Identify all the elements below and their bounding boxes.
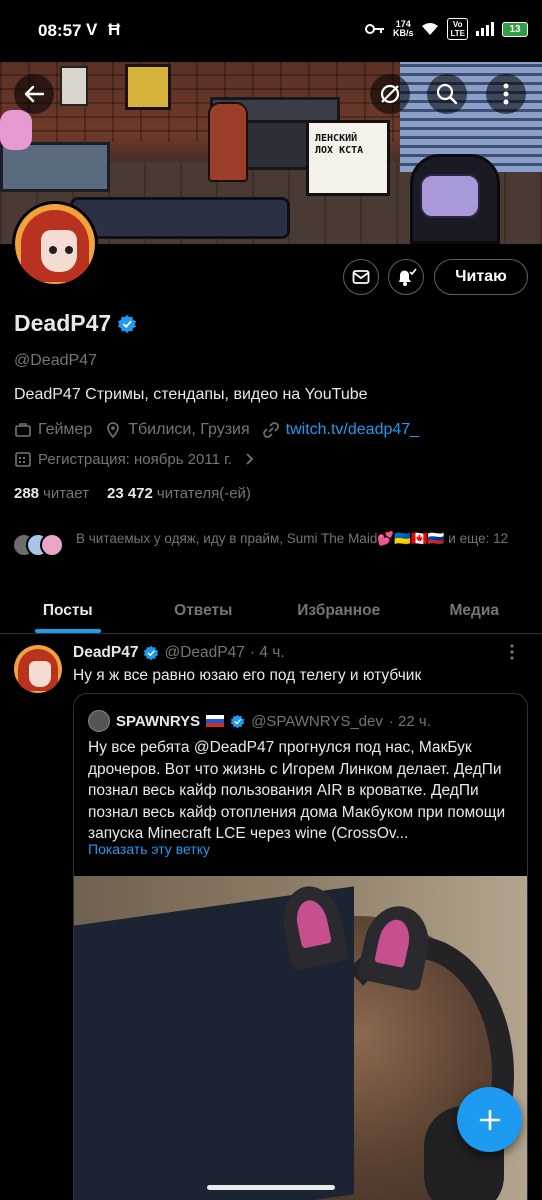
russia-flag-icon [206, 715, 225, 727]
battery-icon: 13 [502, 21, 528, 37]
mail-icon [352, 270, 370, 284]
post-author-avatar[interactable] [14, 645, 62, 693]
more-vertical-icon [503, 83, 509, 105]
arrow-left-icon [24, 85, 45, 103]
tab-highlights[interactable]: Избранное [271, 588, 407, 633]
profile-meta: Геймер Тбилиси, Грузия twitch.tv/deadp47… [14, 421, 419, 439]
profile-joined[interactable]: Регистрация: ноябрь 2011 г. [14, 450, 256, 468]
profile-avatar[interactable] [12, 201, 98, 287]
banner-knight-face [420, 174, 480, 218]
show-thread-link[interactable]: Показать эту ветку [88, 841, 210, 857]
more-vertical-icon [510, 644, 514, 660]
link-icon [262, 422, 279, 438]
quoted-post-header: SPAWNRYS @SPAWNRYS_dev · 22 ч. [88, 710, 431, 732]
status-icons: 174 KB/s Vo LTE 13 [364, 18, 528, 40]
profile-location: Тбилиси, Грузия [128, 421, 250, 438]
banner-poster [60, 66, 88, 106]
key-icon [364, 24, 384, 34]
follow-stats: 288 читает 23 472 читателя(-ей) [14, 485, 251, 502]
post-text: Ну я ж все равно юзаю его под телегу и ю… [73, 667, 422, 684]
verified-badge-icon [144, 645, 159, 661]
location-icon [107, 422, 120, 439]
tab-replies[interactable]: Ответы [136, 588, 272, 633]
verified-badge-icon [118, 314, 137, 333]
avatar [40, 533, 64, 557]
followers-stat[interactable]: 23 472 читателя(-ей) [107, 485, 251, 502]
post-author-name[interactable]: DeadP47 [73, 644, 138, 662]
post-header: DeadP47 @DeadP47 · 4 ч. [73, 644, 285, 662]
status-time: 08:57 [38, 21, 82, 40]
notifications-button[interactable] [388, 259, 424, 295]
post-author-handle[interactable]: @DeadP47 [164, 644, 244, 662]
profile-name: DeadP47 [14, 310, 137, 337]
profile-category: Геймер [38, 421, 93, 438]
message-button[interactable] [343, 259, 379, 295]
volte-badge: Vo LTE [447, 18, 468, 40]
notification-app-icon: Ħ [108, 20, 121, 39]
more-button[interactable] [486, 74, 526, 114]
profile-handle: @DeadP47 [14, 352, 97, 369]
chevron-right-icon [246, 453, 254, 465]
bell-check-icon [399, 268, 417, 286]
profile-tabs: Посты Ответы Избранное Медиа [0, 588, 542, 634]
quoted-post-text: Ну все ребята @DeadP47 прогнулся под нас… [88, 739, 506, 842]
banner-character [208, 102, 248, 182]
quoted-post-photo[interactable] [74, 876, 527, 1200]
post-time: · 4 ч. [249, 644, 285, 661]
search-button[interactable] [427, 74, 467, 114]
following-stat[interactable]: 288 читает [14, 485, 89, 502]
profile-website-link[interactable]: twitch.tv/deadp47_ [286, 421, 419, 439]
tab-posts[interactable]: Посты [0, 588, 136, 633]
v-app-icon: V [86, 20, 98, 39]
calendar-icon [15, 452, 31, 467]
plus-icon [479, 1109, 500, 1130]
followed-by-avatars [12, 529, 68, 557]
followed-by-row[interactable]: В читаемых у одяж, иду в прайм, Sumi The… [12, 529, 532, 557]
quoted-author-avatar [88, 710, 110, 732]
wifi-icon [422, 23, 439, 35]
grok-button[interactable] [370, 74, 410, 114]
post-more-button[interactable] [510, 644, 514, 665]
status-bar: 08:57 V Ħ 174 KB/s Vo LTE 13 [0, 0, 542, 62]
tab-media[interactable]: Медиа [407, 588, 542, 633]
compose-post-button[interactable] [457, 1087, 522, 1152]
quoted-post-time: · 22 ч. [388, 712, 431, 730]
banner-lying-figure [70, 197, 290, 239]
following-button[interactable]: Читаю [434, 259, 528, 295]
gesture-nav-bar[interactable] [207, 1185, 335, 1190]
banner-pink-character [0, 110, 32, 150]
verified-badge-icon [230, 714, 245, 728]
back-button[interactable] [14, 74, 54, 114]
quoted-author-name: SPAWNRYS [116, 712, 201, 730]
quoted-author-handle: @SPAWNRYS_dev [251, 712, 383, 730]
profile-bio: DeadP47 Стримы, стендапы, видео на YouTu… [14, 386, 368, 403]
signal-icon [476, 22, 494, 36]
followed-by-text: В читаемых у одяж, иду в прайм, Sumi The… [76, 531, 509, 546]
briefcase-icon [15, 423, 31, 437]
net-speed: 174 KB/s [392, 19, 414, 38]
search-icon [436, 83, 458, 105]
banner-painting [125, 64, 171, 110]
banner-speech-bubble: ЛЕНСКИЙ ЛОХ КСТА [306, 120, 390, 196]
grok-icon [380, 84, 400, 104]
